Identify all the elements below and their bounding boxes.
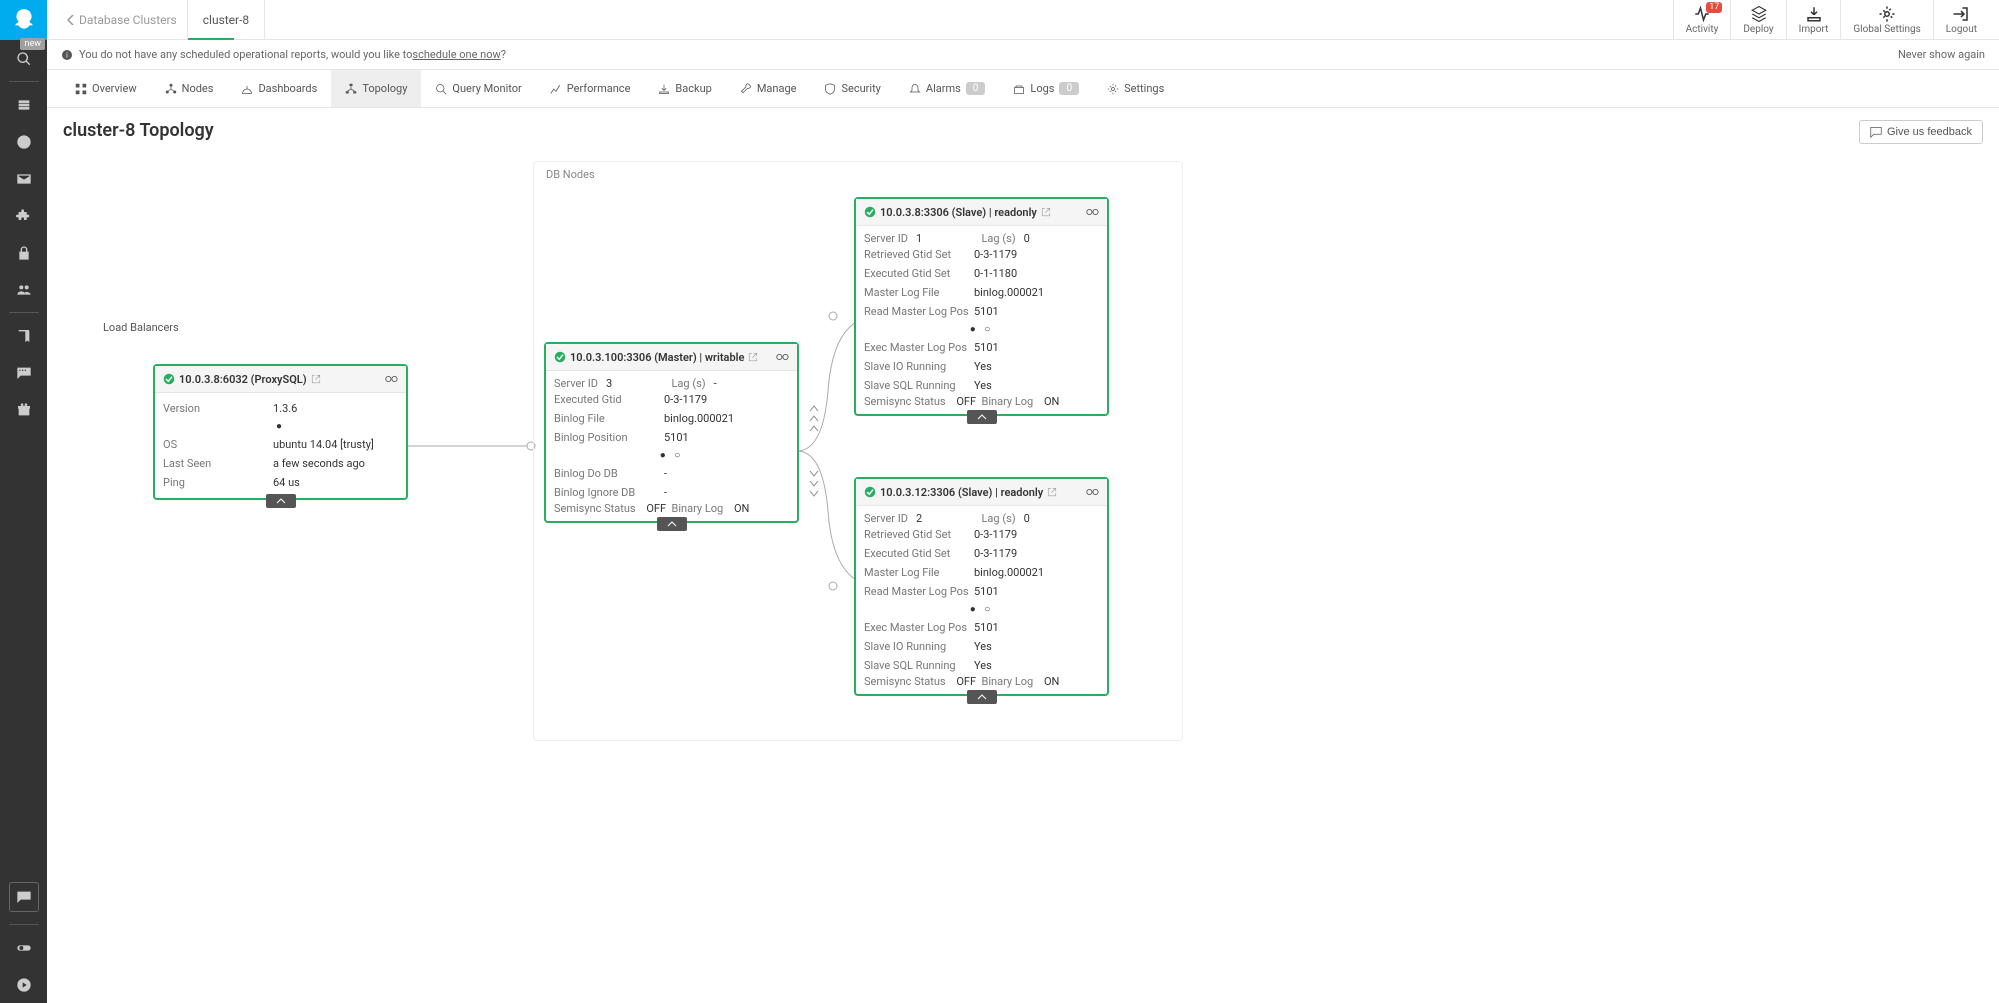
mail-icon[interactable] xyxy=(0,160,47,197)
toggle-icon[interactable] xyxy=(0,929,47,966)
puzzle-icon[interactable] xyxy=(0,197,47,234)
users-icon[interactable] xyxy=(0,271,47,308)
sidenav: new xyxy=(0,0,47,1003)
topnav-activity[interactable]: 17 Activity xyxy=(1673,0,1731,39)
breadcrumb-back[interactable]: Database Clusters xyxy=(57,13,187,27)
topnav-import[interactable]: Import xyxy=(1786,0,1841,39)
notice-text: You do not have any scheduled operationa… xyxy=(79,48,412,61)
info-icon: i xyxy=(61,49,73,61)
pager-dots[interactable]: ● ○ xyxy=(554,447,789,464)
node-proxysql[interactable]: 10.0.3.8:6032 (ProxySQL) Version1.3.6 ● … xyxy=(153,364,408,500)
topology-canvas: Load Balancers 10.0.3.8:6032 (ProxySQL) … xyxy=(63,161,1983,761)
node-slave-2[interactable]: 10.0.3.12:3306 (Slave) | readonly Server… xyxy=(854,477,1109,696)
node-master[interactable]: 10.0.3.100:3306 (Master) | writable Serv… xyxy=(544,342,799,523)
external-link-icon[interactable] xyxy=(1047,487,1057,497)
tab-nodes[interactable]: Nodes xyxy=(151,70,228,107)
comment-icon[interactable] xyxy=(0,354,47,391)
tab-alarms[interactable]: Alarms0 xyxy=(895,70,1000,107)
external-link-icon[interactable] xyxy=(1041,207,1051,217)
node-settings-icon[interactable] xyxy=(1085,205,1099,219)
tab-performance[interactable]: Performance xyxy=(536,70,645,107)
topnav-global-settings[interactable]: Global Settings xyxy=(1840,0,1932,39)
chart-icon[interactable] xyxy=(0,123,47,160)
notice-link[interactable]: schedule one now xyxy=(412,48,500,61)
node-expand-toggle[interactable] xyxy=(967,410,997,424)
external-link-icon[interactable] xyxy=(311,374,321,384)
lock-icon[interactable] xyxy=(0,234,47,271)
pager-dots[interactable]: ● xyxy=(163,418,398,435)
app-logo[interactable]: new xyxy=(0,0,47,40)
pager-dots[interactable]: ● ○ xyxy=(864,321,1099,338)
topnav: 17 Activity Deploy Import Global Setting… xyxy=(1673,0,1989,39)
status-ok-icon xyxy=(864,486,876,498)
content-area: cluster-8 Topology Give us feedback xyxy=(47,108,1999,1003)
alarms-badge: 0 xyxy=(966,82,986,95)
pager-dots[interactable]: ● ○ xyxy=(864,601,1099,618)
tab-overview[interactable]: Overview xyxy=(61,70,151,107)
node-title: 10.0.3.8:6032 (ProxySQL) xyxy=(179,373,307,386)
breadcrumb-current[interactable]: cluster-8 xyxy=(187,0,265,39)
notice-bar: i You do not have any scheduled operatio… xyxy=(47,40,1999,70)
topnav-logout[interactable]: Logout xyxy=(1933,0,1989,39)
tab-query-monitor[interactable]: Query Monitor xyxy=(421,70,535,107)
node-settings-icon[interactable] xyxy=(1085,485,1099,499)
tab-manage[interactable]: Manage xyxy=(726,70,811,107)
new-badge: new xyxy=(20,38,45,50)
gift-icon[interactable] xyxy=(0,391,47,428)
tabs-bar: Overview Nodes Dashboards Topology Query… xyxy=(47,70,1999,108)
logs-badge: 0 xyxy=(1059,82,1079,95)
node-slave-1[interactable]: 10.0.3.8:3306 (Slave) | readonly Server … xyxy=(854,197,1109,416)
activity-badge: 17 xyxy=(1706,2,1722,13)
node-expand-toggle[interactable] xyxy=(657,517,687,531)
tab-security[interactable]: Security xyxy=(810,70,894,107)
status-ok-icon xyxy=(864,206,876,218)
node-expand-toggle[interactable] xyxy=(967,690,997,704)
clusters-icon[interactable] xyxy=(0,86,47,123)
node-settings-icon[interactable] xyxy=(384,372,398,386)
status-ok-icon xyxy=(554,351,566,363)
external-link-icon[interactable] xyxy=(748,352,758,362)
chat-icon[interactable] xyxy=(9,882,39,912)
node-expand-toggle[interactable] xyxy=(266,494,296,508)
tab-settings[interactable]: Settings xyxy=(1093,70,1178,107)
page-title: cluster-8 Topology xyxy=(63,120,1983,141)
status-ok-icon xyxy=(163,373,175,385)
feedback-button[interactable]: Give us feedback xyxy=(1859,120,1983,144)
breadcrumb-bar: Database Clusters cluster-8 17 Activity … xyxy=(47,0,1999,40)
lb-section-label: Load Balancers xyxy=(103,321,358,334)
notice-dismiss[interactable]: Never show again xyxy=(1898,48,1985,61)
topnav-deploy[interactable]: Deploy xyxy=(1730,0,1785,39)
svg-text:i: i xyxy=(66,51,68,59)
db-section-label: DB Nodes xyxy=(546,168,595,181)
tab-topology[interactable]: Topology xyxy=(331,70,421,107)
node-settings-icon[interactable] xyxy=(775,350,789,364)
book-icon[interactable] xyxy=(0,317,47,354)
tab-dashboards[interactable]: Dashboards xyxy=(227,70,331,107)
tab-backup[interactable]: Backup xyxy=(644,70,725,107)
tab-logs[interactable]: Logs0 xyxy=(999,70,1093,107)
breadcrumb-parent: Database Clusters xyxy=(79,13,177,27)
play-icon[interactable] xyxy=(0,966,47,1003)
